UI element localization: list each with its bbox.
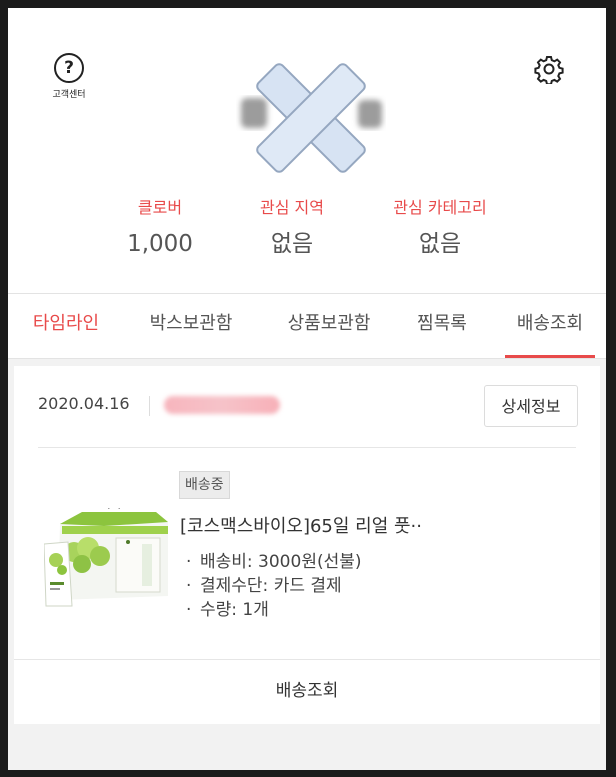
help-center-button[interactable]: ? 고객센터 (44, 53, 94, 100)
info-text: 수량: 1개 (200, 600, 269, 620)
tab-wishlist[interactable]: 찜목록 (412, 294, 472, 358)
info-payment-method: · 결제수단: 카드 결제 (186, 576, 342, 596)
avatar (241, 63, 382, 173)
tab-delivery-tracking[interactable]: 배송조회 (505, 294, 595, 358)
profile-section: ? 고객센터 클로버 1,000 관심 지역 없음 관심 카테고리 없음 (8, 8, 606, 293)
help-center-label: 고객센터 (52, 90, 86, 100)
tab-timeline[interactable]: 타임라인 (28, 294, 104, 358)
stat-value: 없음 (418, 231, 462, 257)
tab-label: 찜목록 (417, 313, 467, 334)
tab-label: 타임라인 (32, 313, 100, 334)
question-icon: ? (54, 53, 84, 83)
info-shipping-fee: · 배송비: 3000원(선불) (186, 552, 362, 572)
product-name[interactable]: [코스맥스바이오]65일 리얼 풋·· (180, 512, 480, 538)
tab-label: 상품보관함 (287, 313, 371, 334)
product-image[interactable] (44, 508, 168, 608)
detail-button[interactable]: 상세정보 (484, 385, 578, 427)
tab-label: 배송조회 (516, 313, 584, 334)
divider (149, 396, 150, 416)
stat-label: 관심 지역 (260, 198, 324, 217)
stat-value: 없음 (270, 231, 314, 257)
tab-bar: 타임라인 박스보관함 상품보관함 찜목록 배송조회 (8, 293, 606, 359)
tab-box-storage[interactable]: 박스보관함 (140, 294, 242, 358)
order-number-redacted (164, 396, 280, 414)
track-delivery-button[interactable]: 배송조회 (14, 660, 600, 724)
divider (38, 447, 576, 448)
info-text: 결제수단: 카드 결제 (200, 576, 342, 596)
order-date: 2020.04.16 (38, 394, 130, 413)
gear-icon[interactable] (534, 54, 564, 84)
stat-interest-region[interactable]: 관심 지역 없음 (212, 196, 372, 262)
active-tab-indicator (505, 355, 595, 358)
info-quantity: · 수량: 1개 (186, 600, 269, 620)
order-header: 2020.04.16 상세정보 (14, 366, 600, 446)
app-frame: ? 고객센터 클로버 1,000 관심 지역 없음 관심 카테고리 없음 타임라… (8, 8, 606, 770)
status-badge: 배송중 (179, 471, 230, 499)
info-text: 배송비: 3000원(선불) (200, 552, 362, 572)
tab-label: 박스보관함 (149, 313, 233, 334)
order-card: 2020.04.16 상세정보 배송중 [코스맥스바이오]65일 리얼 풋·· … (14, 366, 600, 724)
stats-row: 클로버 1,000 관심 지역 없음 관심 카테고리 없음 (8, 196, 606, 266)
tab-product-storage[interactable]: 상품보관함 (278, 294, 380, 358)
stat-label: 관심 카테고리 (393, 198, 487, 217)
stat-interest-category[interactable]: 관심 카테고리 없음 (360, 196, 520, 262)
order-info-list: · 배송비: 3000원(선불) · 결제수단: 카드 결제 · 수량: 1개 (186, 550, 362, 622)
